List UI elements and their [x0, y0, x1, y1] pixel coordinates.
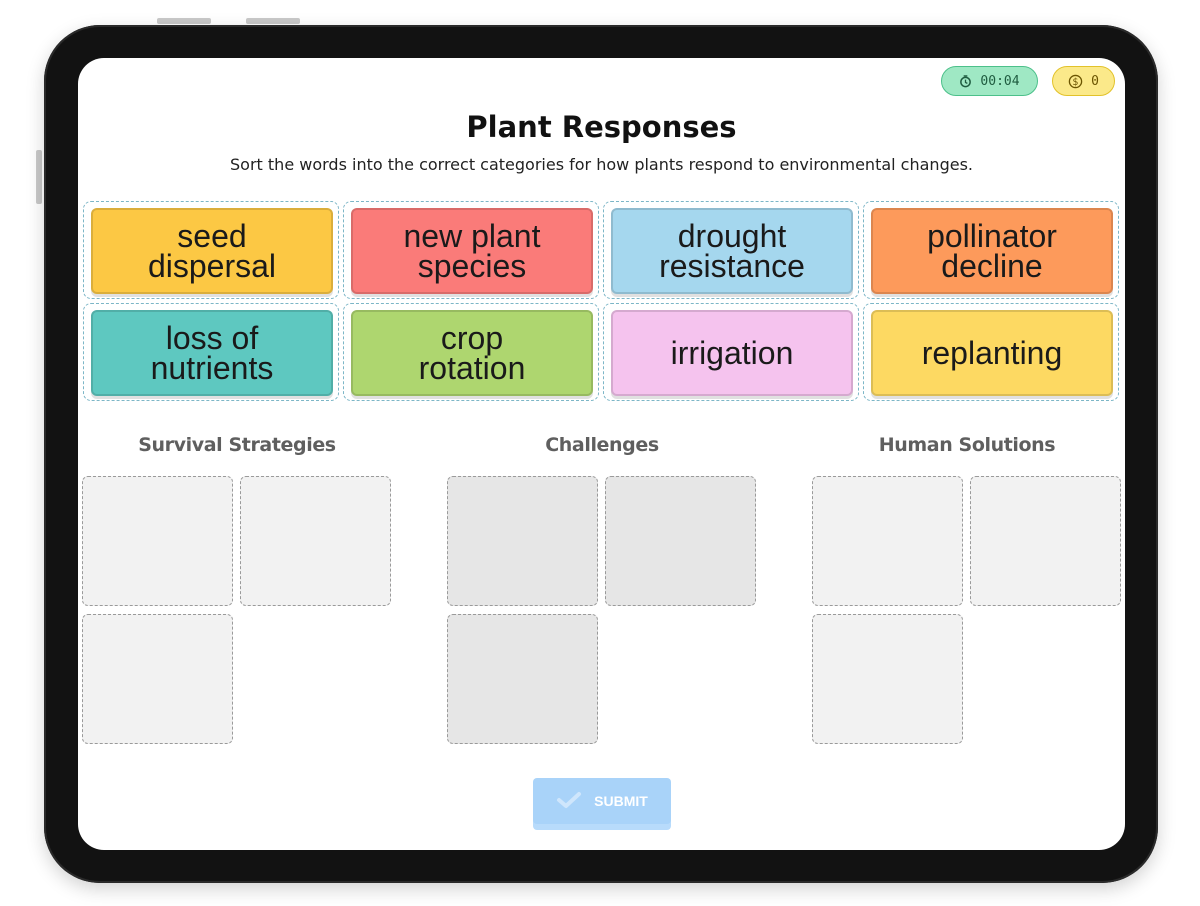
category-title: Human Solutions [878, 434, 1056, 456]
word-card[interactable]: pollinator decline [871, 208, 1113, 294]
word-card[interactable]: irrigation [611, 310, 853, 396]
drop-zone-survival[interactable] [240, 476, 391, 606]
word-card-line: irrigation [670, 335, 794, 371]
drop-zone-human-solutions[interactable] [970, 476, 1121, 606]
checkmark-icon [556, 791, 582, 812]
word-card[interactable]: loss of nutrients [91, 310, 333, 396]
word-card-line: nutrients [150, 350, 274, 386]
drop-zone-survival[interactable] [82, 476, 233, 606]
drop-zone-challenges[interactable] [447, 476, 598, 606]
word-bank-slot: loss of nutrients [83, 303, 339, 401]
timer-icon [959, 74, 972, 88]
word-card-line: pollinator [927, 218, 1057, 254]
drop-zone-challenges[interactable] [447, 614, 598, 744]
word-card-line: drought [677, 218, 787, 254]
app-screen: 00:04 $ 0 Plant Responses Sort the words… [78, 58, 1125, 850]
instructions-text: Sort the words into the correct categori… [230, 155, 973, 174]
dollar-coin-icon: $ [1068, 74, 1083, 89]
word-bank-slot: irrigation [603, 303, 859, 401]
word-bank-slot: crop rotation [343, 303, 599, 401]
word-card-line: loss of [165, 320, 259, 356]
volume-button [246, 18, 300, 24]
word-card-line: crop [440, 320, 504, 356]
drop-zone-human-solutions[interactable] [812, 476, 963, 606]
submit-label: SUBMIT [594, 793, 648, 809]
coins-badge: $ 0 [1052, 66, 1115, 96]
word-card[interactable]: crop rotation [351, 310, 593, 396]
word-bank-slot: seed dispersal [83, 201, 339, 299]
word-card[interactable]: replanting [871, 310, 1113, 396]
word-card[interactable]: seed dispersal [91, 208, 333, 294]
drop-zone-human-solutions[interactable] [812, 614, 963, 744]
page-title: Plant Responses [466, 110, 737, 144]
coins-value: 0 [1091, 73, 1099, 89]
side-button [36, 150, 42, 204]
category-title: Survival Strategies [138, 434, 336, 456]
drop-zone-survival[interactable] [82, 614, 233, 744]
word-bank-slot: drought resistance [603, 201, 859, 299]
svg-text:$: $ [1073, 76, 1079, 87]
word-card-line: species [417, 248, 527, 284]
word-card[interactable]: drought resistance [611, 208, 853, 294]
word-bank-slot: replanting [863, 303, 1119, 401]
word-card-line: decline [941, 248, 1043, 284]
drop-zone-challenges[interactable] [605, 476, 756, 606]
volume-button [157, 18, 211, 24]
word-card-line: seed [177, 218, 247, 254]
word-card-line: rotation [418, 350, 526, 386]
word-card-line: replanting [921, 335, 1063, 371]
timer-badge: 00:04 [941, 66, 1038, 96]
timer-value: 00:04 [980, 73, 1020, 89]
word-card-line: resistance [659, 248, 805, 284]
word-bank-slot: new plant species [343, 201, 599, 299]
word-card-line: dispersal [147, 248, 277, 284]
category-title: Challenges [545, 434, 659, 456]
submit-button[interactable]: SUBMIT [533, 778, 671, 824]
word-card-line: new plant [403, 218, 541, 254]
word-card[interactable]: new plant species [351, 208, 593, 294]
word-bank-slot: pollinator decline [863, 201, 1119, 299]
